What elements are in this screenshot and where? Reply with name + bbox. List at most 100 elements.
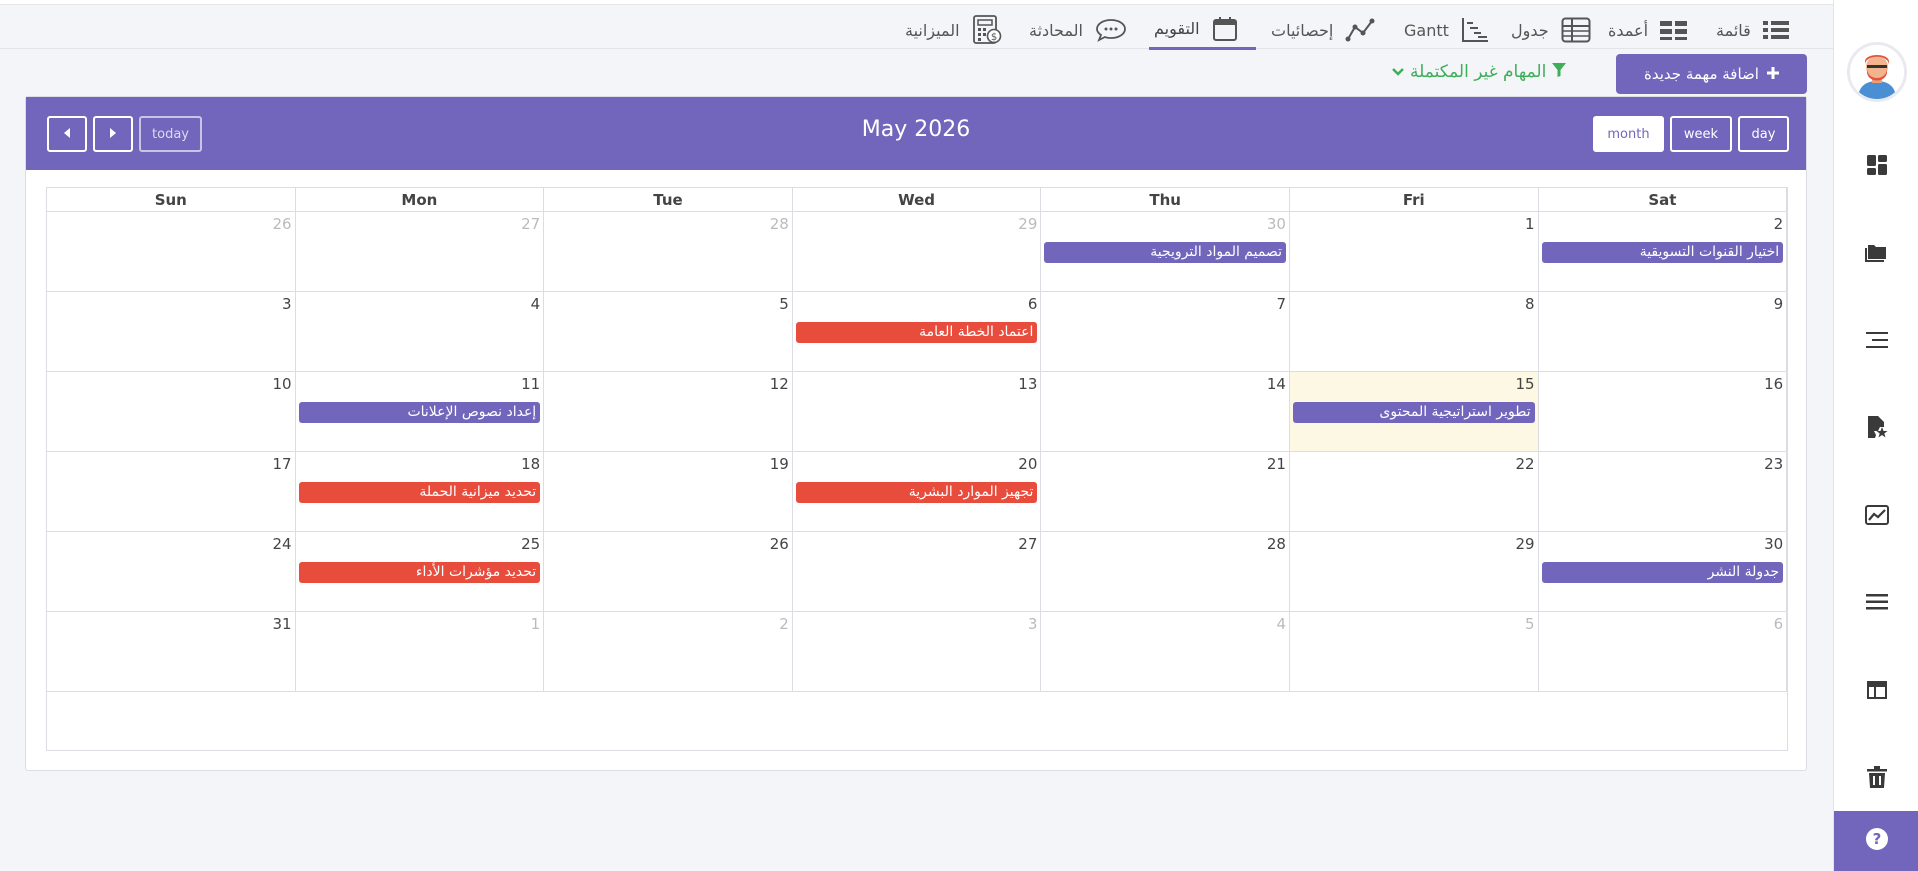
day-number[interactable]: 4	[1276, 615, 1286, 633]
day-cell[interactable]: 22	[1290, 452, 1539, 532]
day-number[interactable]: 31	[273, 615, 292, 633]
day-cell[interactable]: 10	[47, 372, 296, 452]
tab-list[interactable]: قائمة	[1716, 10, 1789, 50]
day-number[interactable]: 18	[521, 455, 540, 473]
month-view-button[interactable]: month	[1593, 116, 1664, 152]
day-number[interactable]: 10	[273, 375, 292, 393]
day-number[interactable]: 21	[1267, 455, 1286, 473]
folder-icon[interactable]	[1862, 237, 1892, 267]
align-right-icon[interactable]	[1862, 325, 1892, 355]
tab-budget[interactable]: الميزانية $	[905, 10, 1002, 50]
day-cell[interactable]: 16	[1538, 372, 1788, 452]
day-number[interactable]: 6	[1028, 295, 1038, 313]
day-cell[interactable]: 3	[792, 612, 1042, 692]
day-cell[interactable]: 24	[47, 532, 296, 612]
day-cell[interactable]: 3	[47, 292, 296, 372]
day-cell[interactable]: 12	[544, 372, 793, 452]
calendar-event[interactable]: تحديد ميزانية الحملة	[298, 482, 541, 503]
day-number[interactable]: 7	[1276, 295, 1286, 313]
menu-icon[interactable]	[1862, 587, 1892, 617]
day-number[interactable]: 20	[1018, 455, 1037, 473]
day-number[interactable]: 29	[1018, 215, 1037, 233]
day-cell[interactable]: 2 اختيار القنوات التسويقية	[1538, 212, 1788, 292]
day-cell[interactable]: 21	[1041, 452, 1290, 532]
day-number[interactable]: 5	[1525, 615, 1535, 633]
day-number[interactable]: 9	[1774, 295, 1784, 313]
avatar[interactable]	[1847, 42, 1907, 102]
chart-image-icon[interactable]	[1862, 500, 1892, 530]
day-number[interactable]: 28	[1267, 535, 1286, 553]
calendar-event[interactable]: تطوير استراتيجية المحتوى	[1293, 402, 1535, 423]
day-cell[interactable]: 26	[47, 212, 296, 292]
day-cell[interactable]: 30 تصميم المواد الترويجية	[1041, 212, 1290, 292]
day-cell[interactable]: 8	[1290, 292, 1539, 372]
day-cell[interactable]: 27	[792, 532, 1042, 612]
calendar-event[interactable]: تصميم المواد الترويجية	[1044, 242, 1286, 263]
calendar-event[interactable]: تجهيز الموارد البشرية	[795, 482, 1038, 503]
day-cell[interactable]: 29	[1290, 532, 1539, 612]
calendar-event[interactable]: تحديد مؤشرات الأداء	[298, 562, 541, 583]
day-cell[interactable]: 17	[47, 452, 296, 532]
day-cell[interactable]: 5	[1290, 612, 1539, 692]
day-number[interactable]: 30	[1764, 535, 1783, 553]
day-cell[interactable]: 9	[1538, 292, 1788, 372]
day-number[interactable]: 19	[770, 455, 789, 473]
tab-calendar[interactable]: التقويم	[1149, 10, 1256, 50]
day-cell[interactable]: 23	[1538, 452, 1788, 532]
day-number[interactable]: 29	[1516, 535, 1535, 553]
day-number[interactable]: 3	[1028, 615, 1038, 633]
day-cell[interactable]: 27	[295, 212, 545, 292]
day-cell[interactable]: 5	[544, 292, 793, 372]
day-number[interactable]: 30	[1267, 215, 1286, 233]
day-view-button[interactable]: day	[1738, 116, 1789, 152]
calendar-event[interactable]: جدولة النشر	[1541, 562, 1784, 583]
day-number[interactable]: 16	[1764, 375, 1783, 393]
tab-gantt[interactable]: Gantt	[1404, 10, 1489, 50]
day-cell[interactable]: 14	[1041, 372, 1290, 452]
layout-icon[interactable]	[1862, 675, 1892, 705]
calendar-event[interactable]: اختيار القنوات التسويقية	[1541, 242, 1784, 263]
help-button[interactable]: ?	[1834, 811, 1918, 871]
day-number[interactable]: 25	[521, 535, 540, 553]
day-number[interactable]: 3	[282, 295, 292, 313]
day-cell[interactable]: 11 إعداد نصوص الإعلانات	[295, 372, 545, 452]
day-cell[interactable]: 6	[1538, 612, 1788, 692]
day-cell[interactable]: 28	[1041, 532, 1290, 612]
incomplete-tasks-filter[interactable]: المهام غير المكتملة	[1392, 60, 1567, 84]
tab-stats[interactable]: إحصائيات	[1271, 10, 1375, 50]
day-number[interactable]: 26	[770, 535, 789, 553]
day-cell[interactable]: 4	[1041, 612, 1290, 692]
tab-columns[interactable]: أعمدة	[1608, 10, 1688, 50]
day-number[interactable]: 14	[1267, 375, 1286, 393]
day-cell[interactable]: 31	[47, 612, 296, 692]
day-number[interactable]: 1	[1525, 215, 1535, 233]
day-cell[interactable]: 2	[544, 612, 793, 692]
day-number[interactable]: 1	[531, 615, 541, 633]
day-cell[interactable]: 13	[792, 372, 1042, 452]
day-number[interactable]: 23	[1764, 455, 1783, 473]
day-cell[interactable]: 6 اعتماد الخطة العامة	[792, 292, 1042, 372]
trash-icon[interactable]	[1862, 762, 1892, 792]
day-cell[interactable]: 4	[295, 292, 545, 372]
day-number[interactable]: 11	[521, 375, 540, 393]
add-task-button[interactable]: اضافة مهمة جديدة	[1616, 54, 1807, 94]
dashboard-icon[interactable]	[1862, 150, 1892, 180]
day-number[interactable]: 4	[531, 295, 541, 313]
tab-chat[interactable]: المحادثة	[1029, 10, 1129, 50]
day-cell-today[interactable]: 15 تطوير استراتيجية المحتوى	[1290, 372, 1539, 452]
day-cell[interactable]: 19	[544, 452, 793, 532]
day-number[interactable]: 12	[770, 375, 789, 393]
tab-table[interactable]: جدول	[1511, 10, 1591, 50]
calendar-event[interactable]: إعداد نصوص الإعلانات	[298, 402, 541, 423]
day-cell[interactable]: 28	[544, 212, 793, 292]
day-number[interactable]: 28	[770, 215, 789, 233]
day-cell[interactable]: 20 تجهيز الموارد البشرية	[792, 452, 1042, 532]
week-view-button[interactable]: week	[1670, 116, 1732, 152]
day-cell[interactable]: 25 تحديد مؤشرات الأداء	[295, 532, 545, 612]
day-number[interactable]: 26	[273, 215, 292, 233]
day-cell[interactable]: 30 جدولة النشر	[1538, 532, 1788, 612]
day-cell[interactable]: 7	[1041, 292, 1290, 372]
day-number[interactable]: 27	[1018, 535, 1037, 553]
day-number[interactable]: 22	[1516, 455, 1535, 473]
day-cell[interactable]: 26	[544, 532, 793, 612]
